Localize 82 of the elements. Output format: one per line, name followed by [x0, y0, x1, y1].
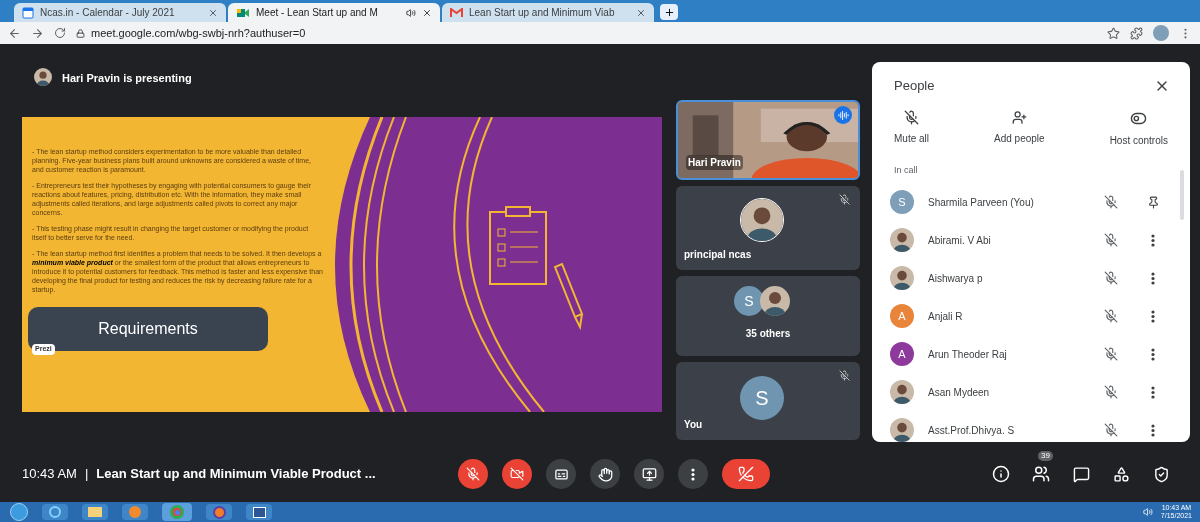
participant-row[interactable]: Asst.Prof.Dhivya. S: [872, 411, 1190, 442]
hand-icon: [597, 466, 613, 482]
avatar: A: [890, 342, 914, 366]
plus-icon: [663, 6, 675, 18]
browser-icon[interactable]: [42, 504, 68, 520]
captions-icon: [553, 466, 569, 482]
tab-title: Ncas.in - Calendar - July 2021: [40, 6, 176, 20]
more-icon[interactable]: [1151, 423, 1155, 437]
more-icon[interactable]: [1151, 271, 1155, 285]
call-control-button[interactable]: [502, 459, 532, 489]
more-icon[interactable]: [1151, 309, 1155, 323]
mic-off-icon: [466, 467, 480, 481]
participant-name: Anjali R: [928, 309, 964, 324]
back-icon[interactable]: [8, 26, 21, 40]
document-icon[interactable]: [246, 504, 272, 520]
participant-row[interactable]: Abirami. V Abi: [872, 221, 1190, 259]
mail-icon: [450, 7, 463, 18]
more-icon[interactable]: [1151, 385, 1155, 399]
avatar: S: [740, 376, 784, 420]
close-icon[interactable]: [636, 7, 646, 18]
panel-action-button[interactable]: Add people: [994, 109, 1045, 148]
more-icon[interactable]: [1151, 233, 1155, 247]
participant-row[interactable]: A Anjali R: [872, 297, 1190, 335]
close-icon[interactable]: [208, 7, 218, 18]
camera-off-icon: [510, 467, 524, 481]
browser-tab[interactable]: Meet - Lean Start up and M: [228, 3, 440, 22]
pin-icon[interactable]: [1146, 195, 1160, 209]
count-badge: 39: [1038, 451, 1053, 461]
panel-action-button[interactable]: Mute all: [894, 109, 929, 148]
present-icon: [641, 466, 657, 482]
firefox-icon[interactable]: [206, 504, 232, 520]
participant-name: You: [684, 418, 703, 432]
separator: |: [84, 465, 89, 484]
new-tab-button[interactable]: [660, 4, 678, 20]
participant-name: Arun Theoder Raj: [928, 347, 1008, 362]
panel-title: People: [894, 77, 935, 95]
reload-icon[interactable]: [54, 27, 66, 39]
hang-up-icon: [738, 466, 754, 482]
close-icon[interactable]: [422, 7, 432, 18]
participant-name: Hari Pravin: [686, 155, 743, 170]
extensions-icon[interactable]: [1130, 26, 1143, 40]
participant-name: Asst.Prof.Dhivya. S: [928, 423, 1016, 438]
mic-off-icon: [904, 109, 919, 125]
start-button[interactable]: [10, 503, 28, 521]
browser-tab[interactable]: Lean Start up and Minimum Viab: [442, 3, 654, 22]
participant-name: Abirami. V Abi: [928, 233, 992, 248]
avatar: S: [890, 190, 914, 214]
avatar: S: [734, 286, 764, 316]
participant-name: Sharmila Parveen (You): [928, 195, 1035, 210]
tab-title: Lean Start up and Minimum Viab: [469, 6, 616, 20]
browser-tab[interactable]: Ncas.in - Calendar - July 2021: [14, 3, 226, 22]
star-icon[interactable]: [1107, 26, 1120, 40]
call-control-button[interactable]: [634, 459, 664, 489]
meeting-title: Lean Start up and Minimum Viable Product ...: [96, 465, 376, 484]
participant-name: Aishwarya p: [928, 271, 984, 286]
calendar-icon: [22, 6, 34, 19]
meeting-time: 10:43 AM: [22, 465, 77, 484]
more-icon[interactable]: [1151, 347, 1155, 361]
participant-row[interactable]: S Sharmila Parveen (You): [872, 183, 1190, 221]
leave-call-button[interactable]: [722, 459, 770, 489]
forward-icon[interactable]: [31, 26, 44, 40]
section-label: In call: [894, 163, 919, 177]
info-icon[interactable]: [990, 463, 1012, 485]
more-icon[interactable]: [691, 467, 695, 481]
call-control-button[interactable]: [546, 459, 576, 489]
participant-row[interactable]: A Arun Theoder Raj: [872, 335, 1190, 373]
participant-name: 35 others: [744, 327, 792, 341]
call-control-button[interactable]: [590, 459, 620, 489]
call-control-button[interactable]: [458, 459, 488, 489]
participant-name: Asan Mydeen: [928, 385, 991, 400]
presenting-label: Hari Pravin is presenting: [62, 71, 192, 86]
volume-icon[interactable]: [1142, 507, 1153, 517]
add-person-icon: [1011, 109, 1027, 125]
panel-action-button[interactable]: Host controls: [1109, 109, 1168, 148]
participant-row[interactable]: Aishwarya p: [872, 259, 1190, 297]
tab-title: Meet - Lean Start up and M: [256, 6, 379, 20]
avatar: A: [890, 304, 914, 328]
scrollbar: [1180, 170, 1184, 220]
participant-name: principal ncas: [684, 248, 752, 262]
folder-icon[interactable]: [82, 504, 108, 520]
video-camera-icon: [236, 6, 250, 19]
participant-row[interactable]: Asan Mydeen: [872, 373, 1190, 411]
